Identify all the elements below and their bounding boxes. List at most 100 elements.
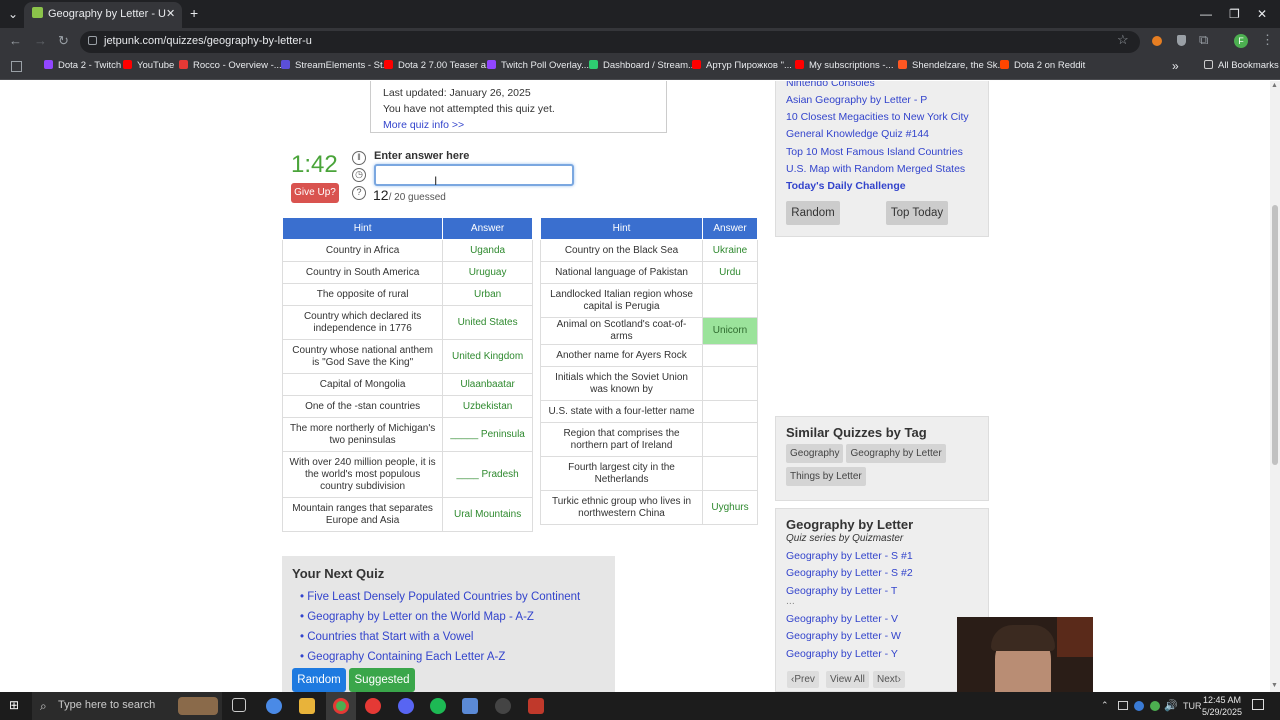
active-tab[interactable]: Geography by Letter - U: [24, 2, 182, 28]
next-quiz-link[interactable]: • Countries that Start with a Vowel: [292, 627, 605, 647]
bookmark-label: Dota 2 on Reddit: [1014, 60, 1086, 71]
table-row: Country which declared its independence …: [281, 305, 533, 340]
language-indicator[interactable]: TUR: [1183, 701, 1202, 711]
more-bookmarks-icon[interactable]: »: [1172, 59, 1179, 73]
app-icon[interactable]: [462, 698, 478, 714]
clock-icon[interactable]: ◷: [352, 168, 366, 182]
sidebar-quiz-link[interactable]: 10 Closest Megacities to New York City: [786, 111, 969, 123]
sidebar-quiz-link[interactable]: Asian Geography by Letter - P: [786, 94, 927, 106]
next-quiz-link[interactable]: • Five Least Densely Populated Countries…: [292, 587, 605, 607]
bookmark-item[interactable]: Dashboard / Stream...: [589, 60, 696, 71]
file-explorer-icon[interactable]: [299, 698, 315, 714]
next-button[interactable]: Next›: [873, 671, 905, 688]
bookmark-item[interactable]: Shendelzare, the Sk...: [898, 60, 1005, 71]
sidebar-quiz-link[interactable]: Top 10 Most Famous Island Countries: [786, 146, 963, 158]
site-info-icon[interactable]: [88, 36, 97, 45]
discord-icon[interactable]: [398, 698, 414, 714]
obs-icon[interactable]: [495, 698, 511, 714]
tray-icon-3[interactable]: [1150, 701, 1160, 711]
suggested-quiz-button[interactable]: Suggested: [349, 668, 415, 692]
volume-icon[interactable]: 🔊: [1164, 699, 1178, 712]
spotify-icon[interactable]: [430, 698, 446, 714]
opera-icon[interactable]: [365, 698, 381, 714]
back-icon[interactable]: ←: [9, 33, 22, 48]
tray-icon-1[interactable]: [1118, 701, 1128, 710]
tag-things-by-letter[interactable]: Things by Letter: [786, 467, 866, 486]
series-link[interactable]: Geography by Letter - W: [786, 630, 901, 642]
view-all-button[interactable]: View All: [826, 671, 869, 688]
series-link[interactable]: Geography by Letter - T: [786, 585, 897, 597]
bookmark-item[interactable]: Twitch Poll Overlay...: [487, 60, 589, 71]
jetpunk-favicon-icon: [32, 7, 43, 18]
bookmark-item[interactable]: My subscriptions -...: [795, 60, 893, 71]
steam-tray-icon[interactable]: [1134, 701, 1144, 711]
scroll-up-arrow-icon[interactable]: ▲: [1271, 82, 1278, 89]
attempt-status: You have not attempted this quiz yet.: [383, 103, 555, 115]
series-link[interactable]: Geography by Letter - S #1: [786, 550, 913, 562]
taskbar-clock[interactable]: 12:45 AM 5/29/2025: [1202, 694, 1242, 718]
series-link[interactable]: Geography by Letter - V: [786, 613, 898, 625]
bookmark-item[interactable]: Rocco - Overview -...: [179, 60, 282, 71]
tray-chevron-icon[interactable]: ⌃: [1101, 700, 1109, 711]
new-tab-icon[interactable]: +: [190, 5, 198, 21]
series-link[interactable]: Geography by Letter - S #2: [786, 567, 913, 579]
quiz-info-box: Last updated: January 26, 2025 You have …: [370, 81, 667, 133]
all-bookmarks[interactable]: All Bookmarks: [1204, 60, 1279, 71]
random-quiz-button[interactable]: Random: [292, 668, 346, 692]
profile-avatar[interactable]: F: [1234, 34, 1248, 48]
shield-extension-icon[interactable]: [1177, 35, 1186, 46]
answer-cell: [702, 366, 758, 401]
menu-kebab-icon[interactable]: ⋮: [1261, 32, 1274, 48]
clock-date: 5/29/2025: [1202, 707, 1243, 717]
sidebar-quiz-link[interactable]: U.S. Map with Random Merged States: [786, 163, 965, 175]
address-bar[interactable]: jetpunk.com/quizzes/geography-by-letter-…: [80, 31, 1140, 53]
tag-geography[interactable]: Geography: [786, 444, 844, 463]
bookmark-item[interactable]: Dota 2 7.00 Teaser a...: [384, 60, 494, 71]
bookmark-star-icon[interactable]: ☆: [1117, 32, 1129, 48]
minimize-icon[interactable]: —: [1200, 7, 1212, 21]
bookmark-favicon-icon: [692, 60, 701, 69]
more-quiz-info-link[interactable]: More quiz info >>: [383, 119, 464, 131]
sidebar-quiz-link[interactable]: Nintendo Consoles: [786, 81, 875, 89]
windows-start-icon[interactable]: ⊞: [9, 699, 22, 712]
help-icon[interactable]: ?: [352, 186, 366, 200]
scroll-down-arrow-icon[interactable]: ▼: [1271, 682, 1278, 689]
forward-icon[interactable]: →: [34, 33, 47, 48]
tag-geography-by-letter[interactable]: Geography by Letter: [846, 444, 946, 463]
close-window-icon[interactable]: ✕: [1257, 7, 1267, 21]
scrollbar-thumb[interactable]: [1272, 205, 1278, 465]
bookmark-item[interactable]: YouTube: [123, 60, 174, 71]
tab-search-chevron-icon[interactable]: ⌄: [8, 7, 18, 21]
bookmark-item[interactable]: StreamElements - St...: [281, 60, 391, 71]
sidebar-quiz-link[interactable]: General Knowledge Quiz #144: [786, 128, 929, 140]
next-quiz-link[interactable]: • Geography Containing Each Letter A-Z: [292, 647, 605, 667]
apps-grid-icon[interactable]: [11, 61, 22, 72]
hint-cell: With over 240 million people, it is the …: [281, 451, 444, 498]
daily-challenge-link[interactable]: Today's Daily Challenge: [786, 180, 906, 192]
bookmark-favicon-icon: [898, 60, 907, 69]
chrome-icon[interactable]: [333, 698, 349, 714]
sidebar-random-button[interactable]: Random: [786, 201, 840, 225]
prev-label: Prev: [794, 674, 815, 685]
dota2-icon[interactable]: [528, 698, 544, 714]
series-link[interactable]: Geography by Letter - Y: [786, 648, 898, 660]
give-up-button[interactable]: Give Up?: [291, 183, 339, 203]
task-view-icon[interactable]: [232, 698, 246, 712]
answer-input[interactable]: [374, 164, 574, 186]
prev-button[interactable]: ‹Prev: [787, 671, 819, 688]
bookmark-item[interactable]: Артур Пирожков "...: [692, 60, 792, 71]
answer-cell: Unicorn: [702, 317, 758, 345]
notification-icon[interactable]: [1252, 699, 1264, 710]
reload-icon[interactable]: ↻: [58, 33, 69, 49]
table-row: Mountain ranges that separates Europe an…: [281, 497, 533, 532]
bookmark-item[interactable]: Dota 2 - Twitch: [44, 60, 121, 71]
extensions-puzzle-icon[interactable]: ⧉: [1199, 32, 1208, 48]
copilot-icon[interactable]: [266, 698, 282, 714]
top-today-button[interactable]: Top Today: [886, 201, 948, 225]
close-tab-icon[interactable]: ✕: [166, 7, 175, 20]
next-quiz-link[interactable]: • Geography by Letter on the World Map -…: [292, 607, 605, 627]
pause-icon[interactable]: ‖: [352, 151, 366, 165]
extension-icon[interactable]: [1152, 36, 1162, 46]
restore-icon[interactable]: ❐: [1229, 7, 1240, 21]
bookmark-item[interactable]: Dota 2 on Reddit: [1000, 60, 1085, 71]
